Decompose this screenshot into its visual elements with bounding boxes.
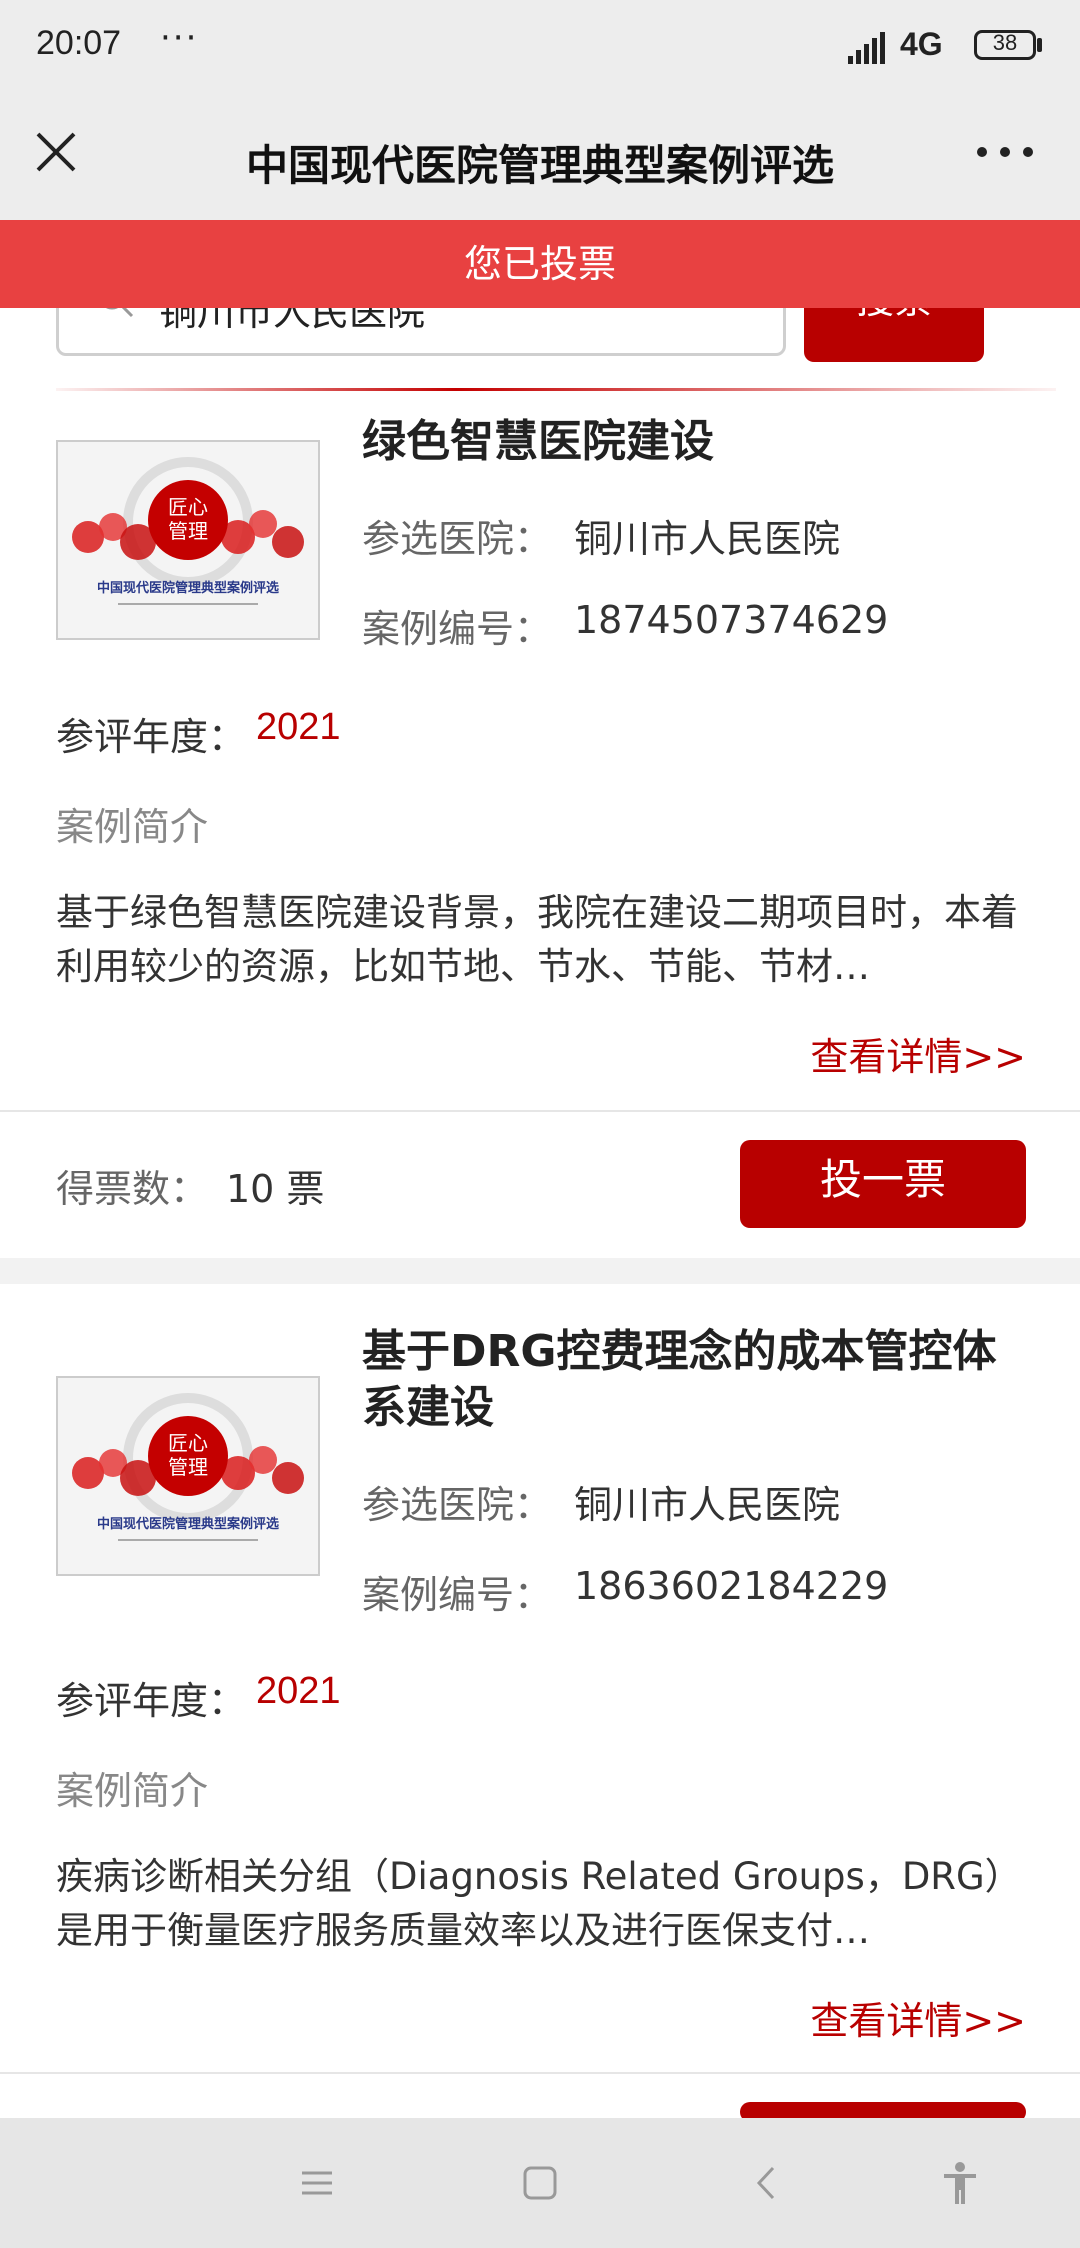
menu-icon[interactable] bbox=[292, 2158, 342, 2208]
case-number-label: 案例编号： bbox=[362, 607, 553, 651]
battery-icon: 38 bbox=[974, 30, 1036, 60]
case-title[interactable]: 基于DRG控费理念的成本管控体系建设 bbox=[362, 1324, 1022, 1436]
back-icon[interactable] bbox=[743, 2158, 793, 2208]
case-thumbnail[interactable]: 匠心 管理 中国现代医院管理典型案例评选 bbox=[56, 1376, 320, 1576]
intro-label: 案例简介 bbox=[56, 1769, 209, 1813]
svg-text:中国现代医院管理典型案例评选: 中国现代医院管理典型案例评选 bbox=[97, 580, 279, 596]
case-number-label: 案例编号： bbox=[362, 1573, 553, 1617]
view-details-link[interactable]: 查看详情>> bbox=[810, 1990, 1026, 2045]
more-icon[interactable] bbox=[970, 132, 1040, 172]
svg-text:管理: 管理 bbox=[168, 519, 208, 543]
battery-level: 38 bbox=[992, 30, 1018, 55]
case-number: 1863602184229 bbox=[574, 1564, 889, 1608]
hospital-name: 铜川市人民医院 bbox=[574, 1483, 841, 1527]
home-icon[interactable] bbox=[515, 2158, 565, 2208]
signal-icon bbox=[848, 32, 885, 64]
battery-tip bbox=[1037, 38, 1042, 52]
card-gap bbox=[0, 1258, 1080, 1284]
page-title: 中国现代医院管理典型案例评选 bbox=[245, 141, 834, 190]
svg-text:管理: 管理 bbox=[168, 1455, 208, 1479]
svg-text:匠心: 匠心 bbox=[168, 495, 208, 519]
case-card: 匠心 管理 中国现代医院管理典型案例评选 绿色智慧医院建设 参选医院： 铜川市人… bbox=[0, 392, 1080, 1258]
hospital-label: 参选医院： bbox=[362, 1483, 553, 1527]
status-bar: 20:07 ··· 4G 38 bbox=[0, 0, 1080, 96]
case-thumbnail[interactable]: 匠心 管理 中国现代医院管理典型案例评选 bbox=[56, 440, 320, 640]
accessibility-icon[interactable] bbox=[935, 2158, 985, 2208]
intro-text: 疾病诊断相关分组（Diagnosis Related Groups，DRG）是用… bbox=[56, 1855, 1022, 1952]
vote-button[interactable]: 投一票 bbox=[740, 1140, 1026, 1228]
intro-text: 基于绿色智慧医院建设背景，我院在建设二期项目时，本着利用较少的资源，比如节地、节… bbox=[56, 891, 1018, 988]
navigation-bar bbox=[0, 2118, 1080, 2248]
case-logo-image: 匠心 管理 中国现代医院管理典型案例评选 bbox=[58, 1378, 318, 1574]
status-time: 20:07 bbox=[36, 24, 122, 62]
section-divider bbox=[56, 388, 1056, 391]
network-type: 4G bbox=[900, 26, 943, 62]
card-divider bbox=[0, 1110, 1080, 1112]
year-label: 参评年度： bbox=[56, 1679, 247, 1723]
svg-text:中国现代医院管理典型案例评选: 中国现代医院管理典型案例评选 bbox=[97, 1516, 279, 1532]
svg-text:匠心: 匠心 bbox=[168, 1431, 208, 1455]
votes-label: 得票数： bbox=[56, 1167, 209, 1211]
year-value: 2021 bbox=[256, 1670, 341, 1712]
year-label: 参评年度： bbox=[56, 715, 247, 759]
hospital-label: 参选医院： bbox=[362, 517, 553, 561]
votes-count: 10 票 bbox=[226, 1167, 325, 1211]
card-divider bbox=[0, 2072, 1080, 2074]
intro-label: 案例简介 bbox=[56, 805, 209, 849]
case-title[interactable]: 绿色智慧医院建设 bbox=[362, 414, 1022, 470]
case-card: 匠心 管理 中国现代医院管理典型案例评选 基于DRG控费理念的成本管控体系建设 … bbox=[0, 1284, 1080, 2122]
year-value: 2021 bbox=[256, 706, 341, 748]
status-more-dots: ··· bbox=[160, 18, 199, 58]
case-number: 1874507374629 bbox=[574, 598, 889, 642]
title-bar: 中国现代医院管理典型案例评选 bbox=[0, 96, 1080, 220]
view-details-link[interactable]: 查看详情>> bbox=[810, 1026, 1026, 1081]
hospital-name: 铜川市人民医院 bbox=[574, 517, 841, 561]
case-logo-image: 匠心 管理 中国现代医院管理典型案例评选 bbox=[58, 442, 318, 638]
voted-banner: 您已投票 bbox=[0, 220, 1080, 308]
